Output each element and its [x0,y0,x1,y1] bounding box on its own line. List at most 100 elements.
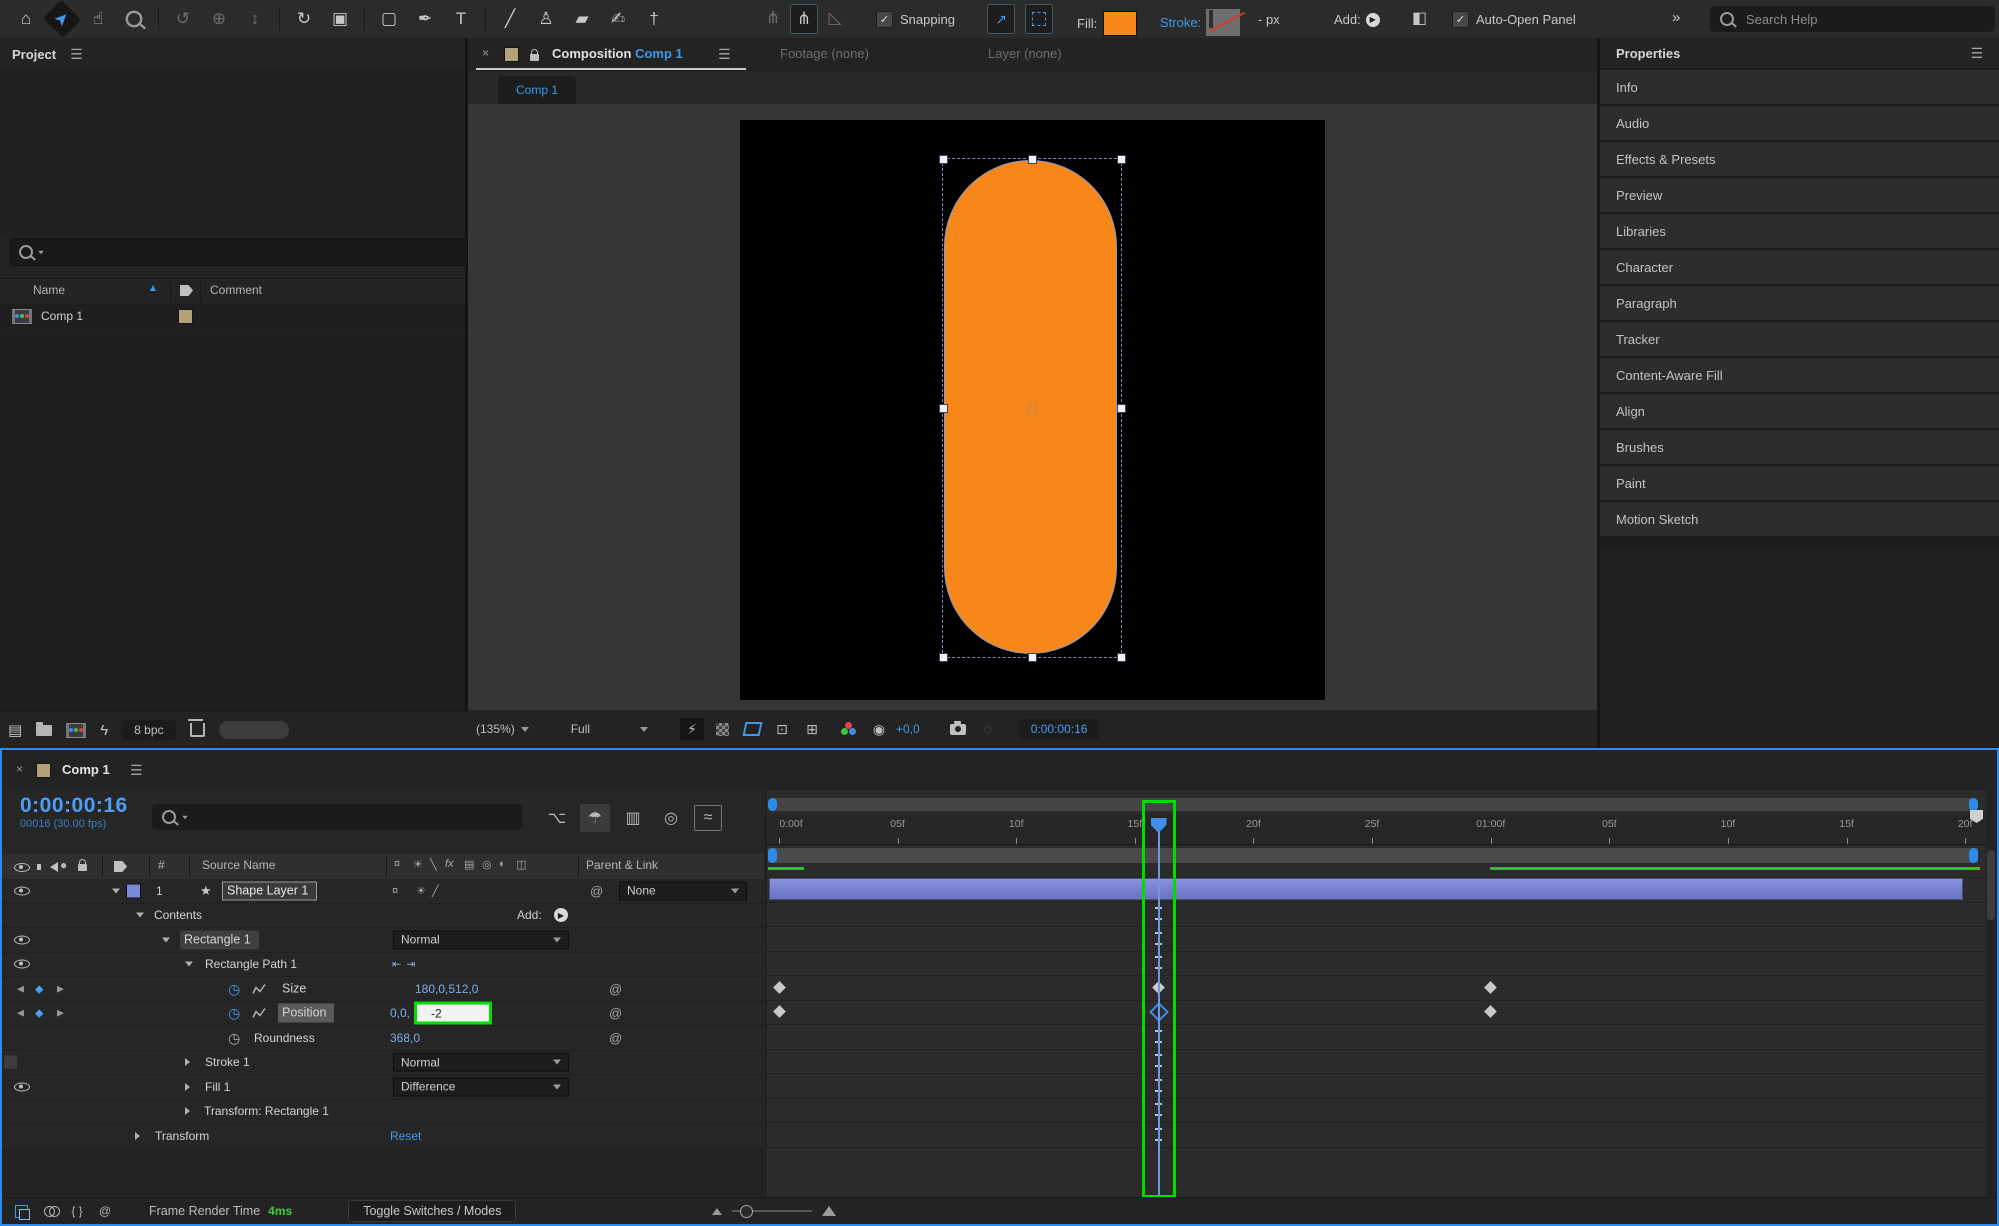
layer-slash-switch[interactable]: ╱ [432,884,439,897]
eraser-tool[interactable]: ▰ [569,5,595,33]
panel-item-brushes[interactable]: Brushes [1600,430,1999,464]
layer-name[interactable]: Shape Layer 1 [222,881,317,900]
fill1-chevron[interactable] [185,1083,190,1091]
keyframe-at-time-icon[interactable]: ◆ [35,982,43,995]
search-help-box[interactable]: Search Help [1710,6,1995,32]
row-roundness[interactable]: ◷ Roundness 368,0 @ [2,1026,764,1051]
navigator-start-handle[interactable] [768,798,777,811]
transform-label[interactable]: Transform [155,1129,209,1143]
project-search-input[interactable] [10,238,468,266]
item-label-swatch[interactable] [178,309,193,324]
time-navigator-bar[interactable] [768,798,1978,811]
selection-tool[interactable]: ➤ [43,0,81,38]
selection-handle[interactable] [1117,155,1126,164]
row-rectangle-1[interactable]: Rectangle 1 Normal [2,928,764,953]
transform-reset-link[interactable]: Reset [390,1129,421,1143]
fast-preview-icon[interactable]: ⚡ [680,718,704,740]
panel-item-paint[interactable]: Paint [1600,466,1999,500]
transform-chevron[interactable] [135,1132,140,1140]
next-keyframe-icon[interactable]: ▶ [57,983,64,994]
row-size[interactable]: ◀ ◆ ▶ ◷ Size 180,0,512,0 @ [2,977,764,1002]
transparency-grid-icon[interactable] [710,718,734,740]
tab-close-icon[interactable]: × [16,762,23,776]
rectangle1-eye-icon[interactable] [14,935,30,944]
position-stopwatch-icon[interactable]: ◷ [228,1006,240,1020]
row-fill-1[interactable]: Fill 1 Difference [2,1075,764,1100]
motion-blur-icon[interactable]: ◎ [656,804,686,832]
brush-tool[interactable]: ╱ [497,5,523,33]
timeline-track-area[interactable]: 0:00f05f10f15f20f25f01:00f05f10f15f20f [765,790,1987,1202]
zoom-in-icon[interactable] [822,1206,836,1216]
time-ruler[interactable]: 0:00f05f10f15f20f25f01:00f05f10f15f20f [766,814,1987,845]
dolly-camera-tool[interactable]: ↕ [242,5,268,33]
new-composition-icon[interactable] [66,723,86,738]
path1-chevron[interactable] [185,962,193,967]
size-pickwhip-icon[interactable]: @ [609,981,622,996]
auto-open-panel-checkbox[interactable] [1452,11,1469,28]
keyframe[interactable] [1484,1005,1497,1018]
fill-label[interactable]: Fill: [1077,16,1097,31]
clone-stamp-tool[interactable]: ♙ [533,5,559,33]
fill1-label[interactable]: Fill 1 [205,1080,230,1094]
keyframe[interactable] [773,1005,786,1018]
column-name[interactable]: Name [33,283,65,297]
panel-item-info[interactable]: Info [1600,70,1999,104]
camera-tool[interactable]: ▣ [327,5,353,33]
rectangle-tool[interactable]: ▢ [376,5,402,33]
timeline-search-input[interactable] [152,804,522,830]
parent-link-column-header[interactable]: Parent & Link [586,858,658,872]
panel-item-effects-presets[interactable]: Effects & Presets [1600,142,1999,176]
expand-layer-switches-icon[interactable] [10,1202,32,1220]
layer-duration-bar[interactable] [769,878,1963,900]
source-name-column-header[interactable]: Source Name [202,858,275,872]
home-tool[interactable]: ⌂ [13,5,39,33]
region-of-interest-icon[interactable]: ⊡ [770,718,794,740]
footer-slider[interactable] [219,721,289,739]
contents-chevron[interactable] [136,913,144,918]
size-stopwatch-icon[interactable]: ◷ [228,982,240,996]
tab-label-swatch[interactable] [504,47,519,62]
bit-depth-button[interactable]: 8 bpc [122,720,175,740]
panel-toggle-icon[interactable]: ◧ [1412,8,1427,28]
shape-bounds-icon[interactable] [1025,4,1053,34]
row-transform[interactable]: Transform Reset [2,1124,764,1149]
render-time-pane-icon[interactable]: @ [94,1202,116,1220]
zoom-out-icon[interactable] [712,1208,722,1215]
timeline-zoom-slider[interactable] [732,1210,812,1212]
work-area-bar[interactable] [768,848,1978,863]
puppet-pin-tool[interactable]: † [641,5,667,33]
panel-item-audio[interactable]: Audio [1600,106,1999,140]
project-item-comp1[interactable]: Comp 1 [0,303,465,330]
path1-eye-icon[interactable] [14,960,30,969]
viewer-menu-icon[interactable]: ☰ [718,46,731,63]
path-direction-icons[interactable]: ⇤ ⇥ [392,958,417,971]
current-timecode[interactable]: 0:00:00:16 [20,794,128,818]
panel-item-libraries[interactable]: Libraries [1600,214,1999,248]
selection-handle[interactable] [1028,155,1037,164]
stroke1-eye-cell[interactable] [4,1056,17,1069]
tab-footage[interactable]: Footage (none) [780,46,869,61]
fill1-eye-icon[interactable] [14,1082,30,1091]
tab-close-icon[interactable]: × [482,46,489,60]
local-axis-mode[interactable]: ⋔ [760,4,786,32]
selection-handle[interactable] [1117,404,1126,413]
add-play-icon[interactable]: ▶ [554,908,568,922]
position-z-edit-field[interactable]: -2 [414,1002,492,1025]
project-renderer-icon[interactable]: ϟ [100,722,108,739]
viewer-timecode[interactable]: 0:00:00:16 [1019,719,1100,739]
channel-icon[interactable] [837,718,861,740]
stroke1-chevron[interactable] [185,1058,190,1066]
layer-expand-chevron[interactable] [112,888,120,893]
pan-camera-tool[interactable]: ⊕ [206,5,232,33]
add-label[interactable]: Add: [517,908,542,922]
stroke-color-swatch[interactable] [1206,9,1240,36]
row-stroke-1[interactable]: Stroke 1 Normal [2,1051,764,1076]
work-area-end-handle[interactable] [1969,848,1978,863]
panel-item-tracker[interactable]: Tracker [1600,322,1999,356]
keyframe-at-time-icon[interactable]: ◆ [35,1007,43,1020]
keyframe[interactable] [773,981,786,994]
tab-layer[interactable]: Layer (none) [988,46,1062,61]
stroke1-label[interactable]: Stroke 1 [205,1055,250,1069]
transform-rect-label[interactable]: Transform: Rectangle 1 [204,1104,329,1118]
add-label[interactable]: Add: [1334,12,1361,27]
